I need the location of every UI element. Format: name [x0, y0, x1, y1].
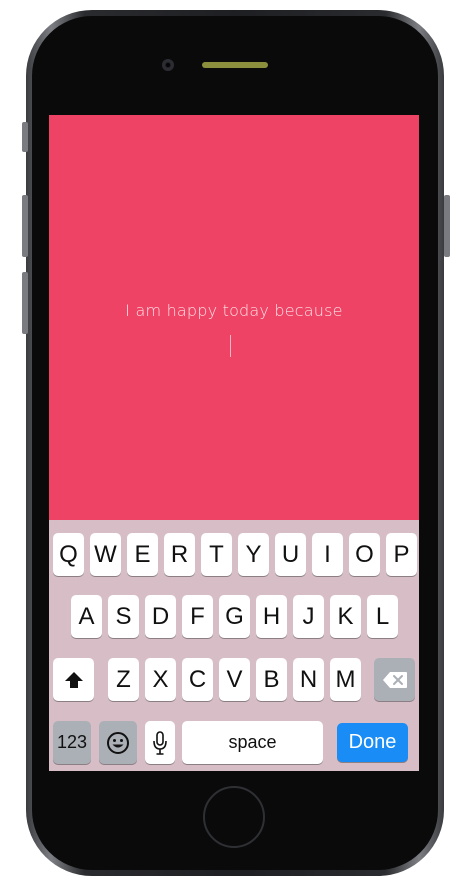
key-f[interactable]: F [182, 595, 213, 638]
emoji-key[interactable] [99, 721, 137, 764]
key-d[interactable]: D [145, 595, 176, 638]
entry-area[interactable]: I am happy today because [49, 115, 419, 520]
numbers-key[interactable]: 123 [53, 721, 91, 764]
key-l[interactable]: L [367, 595, 398, 638]
key-p[interactable]: P [386, 533, 417, 576]
mute-switch [22, 122, 28, 152]
power-button [444, 195, 450, 257]
keyboard-row-3: Z X C V B N M [49, 658, 419, 701]
key-t[interactable]: T [201, 533, 232, 576]
emoji-icon [107, 731, 129, 754]
key-h[interactable]: H [256, 595, 287, 638]
key-c[interactable]: C [182, 658, 213, 701]
key-i[interactable]: I [312, 533, 343, 576]
key-x[interactable]: X [145, 658, 176, 701]
key-g[interactable]: G [219, 595, 250, 638]
key-m[interactable]: M [330, 658, 361, 701]
key-a[interactable]: A [71, 595, 102, 638]
volume-up-button [22, 195, 28, 257]
keyboard-row-1: Q W E R T Y U I O P [49, 533, 419, 576]
keyboard-row-2: A S D F G H J K L [49, 595, 419, 638]
key-s[interactable]: S [108, 595, 139, 638]
earpiece-speaker [202, 62, 268, 68]
space-key[interactable]: space [182, 721, 323, 764]
text-cursor [230, 335, 231, 357]
key-v[interactable]: V [219, 658, 250, 701]
key-q[interactable]: Q [53, 533, 84, 576]
key-b[interactable]: B [256, 658, 287, 701]
key-z[interactable]: Z [108, 658, 139, 701]
key-n[interactable]: N [293, 658, 324, 701]
key-e[interactable]: E [127, 533, 158, 576]
microphone-icon [153, 730, 167, 755]
delete-icon [382, 671, 407, 688]
key-o[interactable]: O [349, 533, 380, 576]
front-camera [162, 59, 174, 71]
key-r[interactable]: R [164, 533, 195, 576]
done-key[interactable]: Done [337, 723, 408, 762]
screen: I am happy today because Q W E R T Y U I… [49, 115, 419, 771]
volume-down-button [22, 272, 28, 334]
prompt-text: I am happy today because [125, 301, 343, 320]
dictation-key[interactable] [145, 721, 175, 764]
key-w[interactable]: W [90, 533, 121, 576]
keyboard-row-4: 123 space Done [49, 721, 419, 764]
shift-key[interactable] [53, 658, 94, 701]
key-y[interactable]: Y [238, 533, 269, 576]
key-u[interactable]: U [275, 533, 306, 576]
keyboard: Q W E R T Y U I O P A S D F G H J K L Z … [49, 520, 419, 771]
home-button[interactable] [203, 786, 265, 848]
shift-icon [64, 671, 83, 688]
key-k[interactable]: K [330, 595, 361, 638]
key-j[interactable]: J [293, 595, 324, 638]
delete-key[interactable] [374, 658, 415, 701]
